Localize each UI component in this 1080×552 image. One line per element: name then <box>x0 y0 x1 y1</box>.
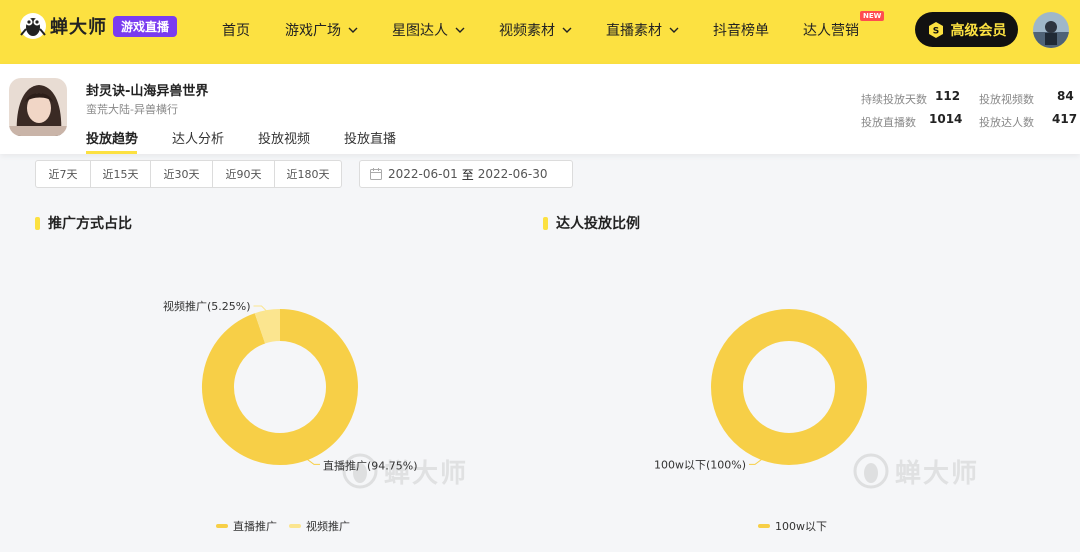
nav-item-talent-marketing[interactable]: 达人营销 <box>803 20 859 40</box>
user-avatar[interactable] <box>1033 12 1069 48</box>
date-end: 2022-06-30 <box>477 167 548 181</box>
section-title-talent: 达人投放比例 <box>543 213 640 233</box>
game-title: 封灵诀-山海异兽世界 <box>86 84 209 99</box>
chevron-down-icon <box>562 27 572 33</box>
pie-label-line <box>749 458 764 465</box>
brand-logo[interactable]: 蝉大师 游戏直播 <box>18 10 178 42</box>
pie-slice-直播推广[interactable] <box>202 309 358 465</box>
nav-item-douyin-ranking[interactable]: 抖音榜单 <box>713 20 769 40</box>
legend-item[interactable]: 100w以下 <box>758 518 827 534</box>
nav-item-live-material[interactable]: 直播素材 <box>606 20 679 40</box>
nav-item-label: 直播素材 <box>606 23 662 39</box>
chevron-down-icon <box>669 27 679 33</box>
nav-item-label: 游戏广场 <box>285 23 341 39</box>
active-tab-indicator <box>86 151 137 154</box>
watermark-text: 蝉大师 <box>895 458 980 489</box>
pie-slice-视频推广[interactable] <box>254 309 281 344</box>
nav-item-video-material[interactable]: 视频素材 <box>499 20 572 40</box>
section-title-promo: 推广方式占比 <box>35 213 132 233</box>
game-header-card: 封灵诀-山海异兽世界 蛮荒大陆-异兽横行 投放趋势 达人分析 投放视频 投放直播… <box>0 64 1080 154</box>
stat-label-live: 投放直播数 <box>861 116 916 129</box>
tab-talent-analysis[interactable]: 达人分析 <box>172 128 224 147</box>
chart-legend-talent: 100w以下 <box>758 518 839 534</box>
chart-legend-promo: 直播推广 视频推广 <box>216 518 362 534</box>
nav-item-label: 首页 <box>222 23 250 39</box>
stat-value-days: 112 <box>935 89 961 103</box>
watermark: 蝉大师 <box>851 452 979 490</box>
calendar-icon <box>370 168 382 180</box>
section-title-text: 推广方式占比 <box>48 216 132 232</box>
tab-delivery-live[interactable]: 投放直播 <box>344 128 396 147</box>
filter-15-days[interactable]: 近15天 <box>91 161 151 187</box>
nav-item-star-talent[interactable]: 星图达人 <box>392 20 465 40</box>
watermark: 蝉大师 <box>340 452 468 490</box>
legend-label: 直播推广 <box>233 520 277 533</box>
legend-swatch <box>758 524 770 528</box>
section-marker <box>35 216 40 230</box>
nav-item-game-square[interactable]: 游戏广场 <box>285 20 358 40</box>
stat-label-videos: 投放视频数 <box>979 93 1034 106</box>
filter-180-days[interactable]: 近180天 <box>275 161 341 187</box>
legend-label: 100w以下 <box>775 520 827 533</box>
section-title-text: 达人投放比例 <box>556 216 640 232</box>
vip-button-label: 高级会员 <box>950 22 1007 39</box>
chevron-down-icon <box>348 27 358 33</box>
nav-item-label: 星图达人 <box>392 23 448 39</box>
vip-diamond-icon: S <box>928 21 943 38</box>
nav-item-label: 达人营销 <box>803 23 859 39</box>
tab-delivery-trend[interactable]: 投放趋势 <box>86 128 138 147</box>
tab-delivery-videos[interactable]: 投放视频 <box>258 128 310 147</box>
watermark-logo-icon <box>342 453 378 489</box>
svg-text:S: S <box>932 26 938 36</box>
legend-label: 视频推广 <box>306 520 350 533</box>
stat-value-talents: 417 <box>1052 112 1078 126</box>
nav-item-label: 抖音榜单 <box>713 23 769 39</box>
stat-value-live: 1014 <box>929 112 963 126</box>
new-badge: NEW <box>860 11 885 21</box>
watermark-logo-icon <box>853 453 889 489</box>
section-marker <box>543 216 548 230</box>
date-range-quick-filters: 近7天 近15天 近30天 近90天 近180天 <box>35 160 342 188</box>
vip-member-button[interactable]: S 高级会员 <box>915 12 1018 47</box>
cicada-logo-icon <box>20 13 46 39</box>
legend-item[interactable]: 视频推广 <box>289 518 350 534</box>
pie-label: 100w以下(100%) <box>654 458 746 471</box>
watermark-text: 蝉大师 <box>384 458 469 489</box>
stat-label-talents: 投放达人数 <box>979 116 1034 129</box>
filter-7-days[interactable]: 近7天 <box>36 161 91 187</box>
legend-item[interactable]: 直播推广 <box>216 518 277 534</box>
stat-label-days: 持续投放天数 <box>861 93 927 106</box>
legend-swatch <box>216 524 228 528</box>
user-avatar-icon <box>1033 12 1069 48</box>
stat-value-videos: 84 <box>1057 89 1074 103</box>
filter-90-days[interactable]: 近90天 <box>213 161 275 187</box>
nav-item-label: 视频素材 <box>499 23 555 39</box>
nav-item-home[interactable]: 首页 <box>222 20 250 40</box>
date-separator: 至 <box>461 167 474 182</box>
brand-name: 蝉大师 <box>50 17 107 38</box>
pie-slice-100w以下[interactable] <box>711 309 867 465</box>
filter-30-days[interactable]: 近30天 <box>151 161 213 187</box>
game-subtitle: 蛮荒大陆-异兽横行 <box>86 103 178 116</box>
pie-label-line <box>305 458 320 465</box>
pie-label-line <box>253 305 268 313</box>
chevron-down-icon <box>455 27 465 33</box>
pie-label: 视频推广(5.25%) <box>163 299 251 313</box>
date-range-picker[interactable]: 2022-06-01 至 2022-06-30 <box>359 160 573 188</box>
legend-swatch <box>289 524 301 528</box>
game-avatar-icon <box>9 78 67 136</box>
date-start: 2022-06-01 <box>388 167 458 181</box>
top-nav-bar: 蝉大师 游戏直播 首页 游戏广场 星图达人 视频素材 直播素材 抖音榜单 达人营… <box>0 0 1080 64</box>
brand-badge: 游戏直播 <box>113 15 178 37</box>
